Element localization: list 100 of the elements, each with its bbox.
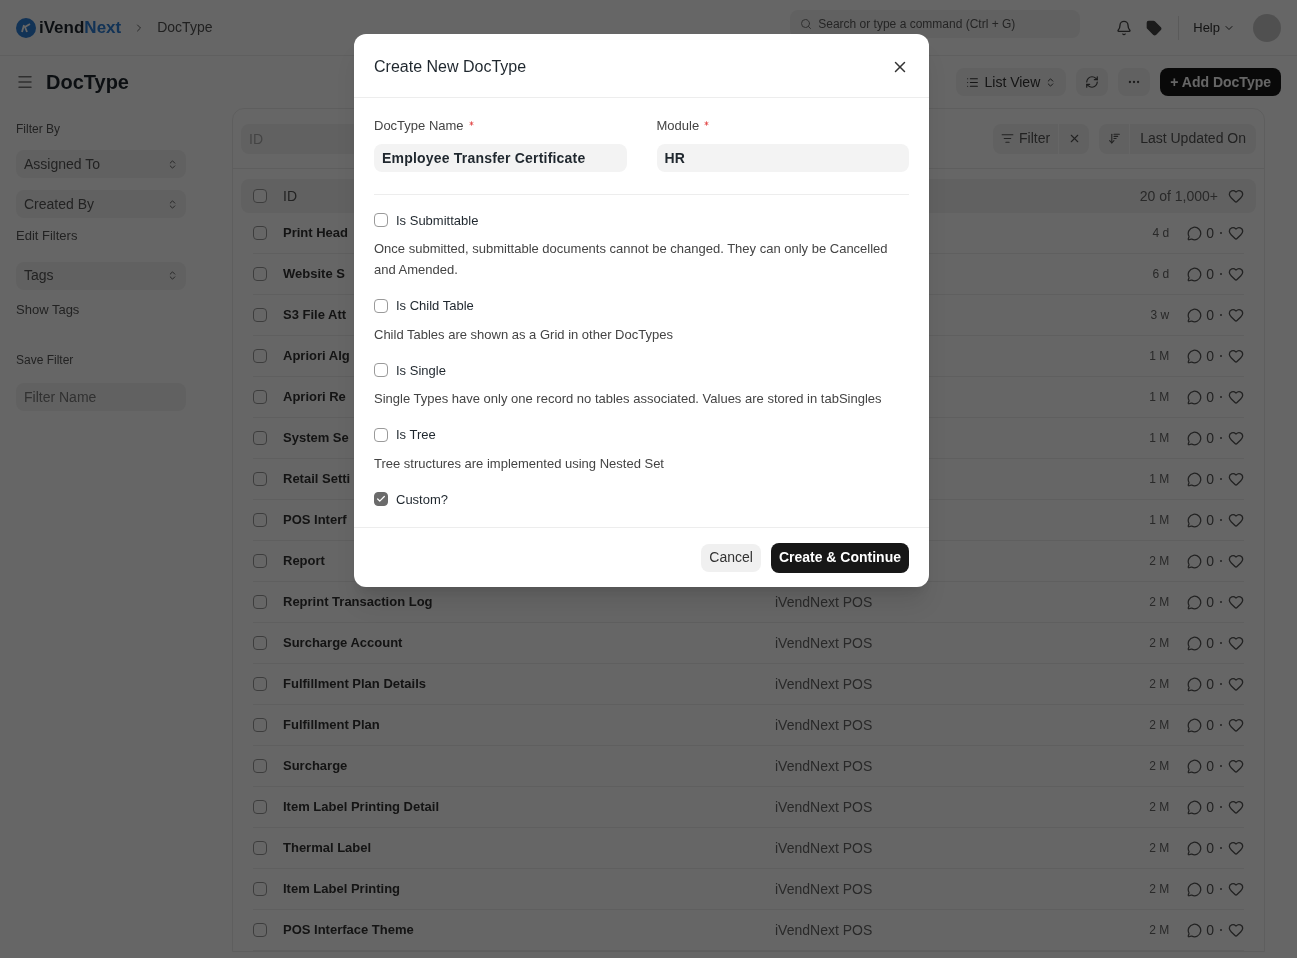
brand-name[interactable]: iVendNext <box>39 14 122 41</box>
heart-icon[interactable] <box>1228 594 1244 610</box>
checkbox[interactable] <box>253 800 267 814</box>
module-name: iVendNext POS <box>775 797 873 817</box>
tags-dropdown[interactable]: Tags <box>16 261 186 290</box>
checkbox[interactable] <box>253 472 267 486</box>
comment-icon <box>1187 676 1203 692</box>
checkbox[interactable] <box>253 595 267 609</box>
checkbox[interactable] <box>253 431 267 445</box>
heart-icon[interactable] <box>1228 512 1244 528</box>
doctype-name[interactable]: Thermal Label <box>283 838 775 858</box>
heart-icon[interactable] <box>1228 307 1244 323</box>
heart-icon[interactable] <box>1228 676 1244 692</box>
heart-icon[interactable] <box>1228 799 1244 815</box>
comment-count: 0 <box>1206 264 1214 284</box>
clear-filter-button[interactable] <box>1059 123 1090 154</box>
heart-icon[interactable] <box>1228 635 1244 651</box>
heart-icon[interactable] <box>1228 348 1244 364</box>
heart-icon[interactable] <box>1228 471 1244 487</box>
comment-count: 0 <box>1206 838 1214 858</box>
checkbox[interactable] <box>253 349 267 363</box>
tag-icon[interactable] <box>1146 19 1163 36</box>
text-field[interactable]: Employee Transfer Certificate <box>374 143 627 172</box>
doctype-name[interactable]: Reprint Transaction Log <box>283 592 775 612</box>
sort-direction-button[interactable] <box>1099 123 1130 154</box>
modified-time: 2 M <box>1149 758 1170 775</box>
checkbox[interactable] <box>253 677 267 691</box>
refresh-icon <box>1085 75 1100 89</box>
heart-icon[interactable] <box>1228 840 1244 856</box>
option-description: Once submitted, submittable documents cannot be changed. They can only be Cancelled and Amended. <box>374 240 889 279</box>
notification-icon[interactable] <box>1116 19 1133 36</box>
checkbox[interactable] <box>374 298 388 313</box>
heart-icon[interactable] <box>1228 266 1244 282</box>
doctype-name[interactable]: POS Interface Theme <box>283 920 775 940</box>
sort-field-button[interactable]: Last Updated On <box>1130 123 1256 154</box>
checkbox[interactable] <box>253 718 267 732</box>
heart-icon[interactable] <box>1228 922 1244 938</box>
doctype-name[interactable]: Fulfillment Plan <box>283 715 775 735</box>
doctype-name[interactable]: Fulfillment Plan Details <box>283 674 775 694</box>
checkbox[interactable] <box>374 427 388 442</box>
filter-dropdown[interactable]: Created By <box>16 190 186 218</box>
checkbox[interactable] <box>253 882 267 896</box>
checkbox[interactable] <box>253 390 267 404</box>
comment-count: 0 <box>1206 633 1214 653</box>
create-continue-button[interactable]: Create & Continue <box>770 542 909 573</box>
filter-by-label: Filter By <box>16 121 61 138</box>
checkbox-label[interactable]: Is Submittable <box>396 210 479 230</box>
checkbox[interactable] <box>253 226 267 240</box>
checkbox[interactable] <box>253 923 267 937</box>
checkbox-label[interactable]: Is Single <box>396 360 446 380</box>
doctype-name[interactable]: Surcharge Account <box>283 633 775 653</box>
column-header: ID <box>283 186 297 206</box>
comment-icon <box>1187 922 1203 938</box>
checkbox[interactable] <box>253 308 267 322</box>
comment-icon <box>1187 430 1203 446</box>
checkbox[interactable] <box>253 759 267 773</box>
menu-icon[interactable] <box>16 73 34 91</box>
modified-time: 1 M <box>1149 389 1170 406</box>
checkbox[interactable] <box>253 841 267 855</box>
help-button[interactable]: Help <box>1193 17 1235 38</box>
heart-icon[interactable] <box>1228 389 1244 405</box>
show-tags-link[interactable]: Show Tags <box>16 299 216 319</box>
heart-icon[interactable] <box>1228 430 1244 446</box>
checkbox-label[interactable]: Is Child Table <box>396 296 474 316</box>
modified-time: 1 M <box>1149 430 1170 447</box>
modified-time: 1 M <box>1149 348 1170 365</box>
cancel-button[interactable]: Cancel <box>701 543 761 572</box>
checkbox-label[interactable]: Custom? <box>396 489 449 509</box>
checkbox-label[interactable]: Is Tree <box>396 425 436 445</box>
checkbox[interactable] <box>253 513 267 527</box>
heart-icon[interactable] <box>1228 717 1244 733</box>
checkbox[interactable] <box>253 267 267 281</box>
checkbox[interactable] <box>253 554 267 568</box>
heart-icon[interactable] <box>1228 553 1244 569</box>
heart-icon[interactable] <box>1228 188 1244 204</box>
refresh-button[interactable] <box>1076 68 1109 96</box>
modified-time: 2 M <box>1149 553 1170 570</box>
comment-count: 0 <box>1206 879 1214 899</box>
modified-time: 2 M <box>1149 799 1170 816</box>
edit-filters-link[interactable]: Edit Filters <box>16 226 216 246</box>
heart-icon[interactable] <box>1228 758 1244 774</box>
filter-button[interactable]: Filter <box>993 123 1059 154</box>
heart-icon[interactable] <box>1228 225 1244 241</box>
add-doctype-button[interactable]: + Add DocType <box>1160 68 1281 96</box>
module-name: iVendNext POS <box>775 879 873 899</box>
checkbox[interactable] <box>374 492 388 507</box>
search-field[interactable]: Search or type a command (Ctrl + G) <box>790 9 1081 38</box>
heart-icon[interactable] <box>1228 881 1244 897</box>
list-view-button[interactable]: List View <box>956 68 1067 96</box>
doctype-name[interactable]: Item Label Printing <box>283 879 775 899</box>
comment-icon <box>1187 594 1203 610</box>
checkbox[interactable] <box>253 189 267 203</box>
text-field[interactable]: HR <box>656 143 909 172</box>
checkbox[interactable] <box>253 636 267 650</box>
doctype-name[interactable]: Surcharge <box>283 756 775 776</box>
doctype-name[interactable]: Item Label Printing Detail <box>283 797 775 817</box>
filter-dropdown[interactable]: Assigned To <box>16 150 186 178</box>
breadcrumb-link[interactable]: DocType <box>157 17 213 38</box>
checkbox[interactable] <box>374 213 388 228</box>
checkbox[interactable] <box>374 363 388 378</box>
